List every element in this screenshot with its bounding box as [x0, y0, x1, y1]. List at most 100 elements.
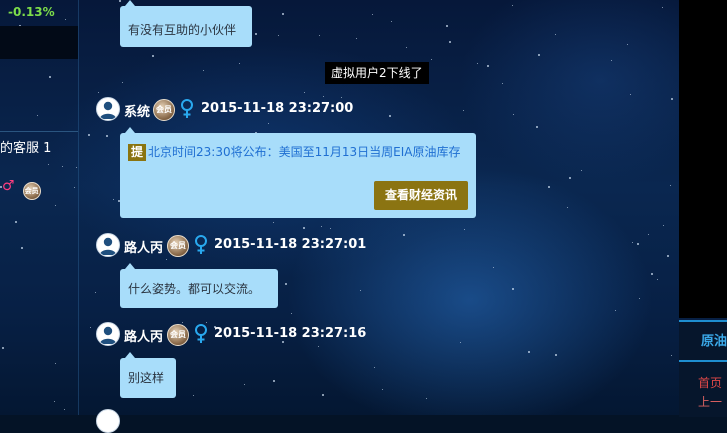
message-timestamp: 2015-11-18 23:27:01	[214, 237, 367, 252]
user-avatar-icon	[100, 326, 116, 344]
star	[95, 292, 96, 293]
username[interactable]: 路人丙	[124, 326, 163, 345]
star	[463, 110, 464, 111]
username[interactable]: 路人丙	[124, 237, 163, 256]
star	[528, 351, 530, 353]
star	[512, 5, 513, 6]
avatar[interactable]	[96, 409, 120, 433]
tab-underline	[679, 360, 727, 362]
star	[98, 92, 99, 93]
star	[670, 185, 671, 186]
star	[391, 21, 392, 22]
female-icon	[181, 99, 193, 118]
first-page-link[interactable]: 首页	[698, 374, 722, 391]
star	[88, 134, 90, 136]
star	[663, 225, 664, 226]
left-panel: -0.13% 的客服 1 ♂ 会员	[0, 0, 78, 415]
star	[239, 63, 240, 64]
star	[319, 35, 320, 36]
news-announcement-text[interactable]: 北京时间23:30将公布：美国至11月13日当周EIA原油库存	[148, 145, 460, 159]
chat-bubble: 别这样	[120, 352, 176, 398]
system-notice: 虚拟用户2下线了	[325, 62, 429, 84]
star	[90, 327, 91, 328]
star	[330, 228, 331, 229]
view-financial-news-button[interactable]: 查看财经资讯	[373, 181, 468, 210]
notice-tag: 提	[128, 144, 147, 161]
star	[374, 367, 375, 368]
member-badge-icon: 会员	[167, 235, 189, 257]
star	[513, 114, 514, 115]
customer-service-row: ♂ 会员	[0, 175, 41, 200]
chat-bubble: 有没有互助的小伙伴	[120, 0, 252, 47]
star	[567, 207, 568, 208]
chat-bubble: 什么姿势。都可以交流。	[120, 263, 278, 308]
star	[502, 83, 503, 84]
star	[278, 35, 279, 36]
message-header: 路人丙 会员 2015-11-18 23:27:01	[96, 233, 376, 259]
star	[671, 355, 672, 356]
right-panel-top	[679, 0, 727, 318]
star	[493, 267, 494, 268]
star	[671, 98, 673, 100]
star	[548, 186, 550, 188]
username[interactable]: 系统	[124, 101, 150, 120]
tab-crude-oil[interactable]: 原油	[679, 330, 727, 360]
message-header: 系统 会员 2015-11-18 23:27:00	[96, 97, 376, 123]
star	[611, 60, 612, 61]
star	[382, 389, 383, 390]
member-badge-icon: 会员	[22, 182, 41, 200]
star	[303, 227, 305, 229]
star	[360, 290, 361, 291]
customer-service-label[interactable]: 的客服 1	[0, 137, 78, 156]
left-divider-line	[0, 131, 78, 132]
star	[648, 234, 649, 235]
star	[460, 342, 461, 343]
star	[372, 14, 373, 15]
star	[569, 177, 571, 179]
star	[667, 255, 669, 257]
star	[477, 63, 478, 64]
star	[406, 47, 407, 48]
star	[639, 298, 640, 299]
left-dark-bar	[0, 26, 78, 59]
star	[431, 59, 432, 60]
star	[152, 55, 154, 57]
star	[630, 94, 631, 95]
avatar[interactable]	[96, 233, 120, 257]
message-text: 什么姿势。都可以交流。	[128, 282, 261, 296]
message-text: 别这样	[128, 371, 165, 385]
star	[273, 380, 275, 382]
star	[637, 243, 639, 245]
chat-bubble: 提北京时间23:30将公布：美国至11月13日当周EIA原油库存 查看财经资讯	[120, 127, 476, 218]
star	[651, 273, 653, 275]
message-header: 路人丙 会员 2015-11-18 23:27:16	[96, 322, 376, 348]
star	[285, 283, 287, 285]
star	[322, 394, 324, 396]
star	[203, 70, 204, 71]
star	[321, 226, 322, 227]
message-text: 有没有互助的小伙伴	[128, 23, 237, 37]
star	[403, 234, 405, 236]
star	[555, 354, 557, 356]
star	[356, 38, 357, 39]
star	[273, 222, 274, 223]
star	[662, 7, 663, 8]
star	[304, 92, 305, 93]
star	[555, 34, 556, 35]
message-timestamp: 2015-11-18 23:27:16	[214, 326, 367, 341]
avatar[interactable]	[96, 97, 120, 121]
prev-page-link[interactable]: 上一	[698, 393, 722, 410]
star	[449, 41, 451, 43]
star	[632, 242, 633, 243]
star	[268, 123, 269, 124]
star	[446, 25, 448, 27]
star	[119, 0, 121, 2]
star	[464, 229, 465, 230]
star	[389, 115, 391, 117]
star	[538, 54, 540, 56]
star	[657, 279, 658, 280]
star	[282, 13, 284, 15]
avatar[interactable]	[96, 322, 120, 346]
star	[487, 65, 489, 67]
male-icon: ♂	[2, 178, 15, 194]
